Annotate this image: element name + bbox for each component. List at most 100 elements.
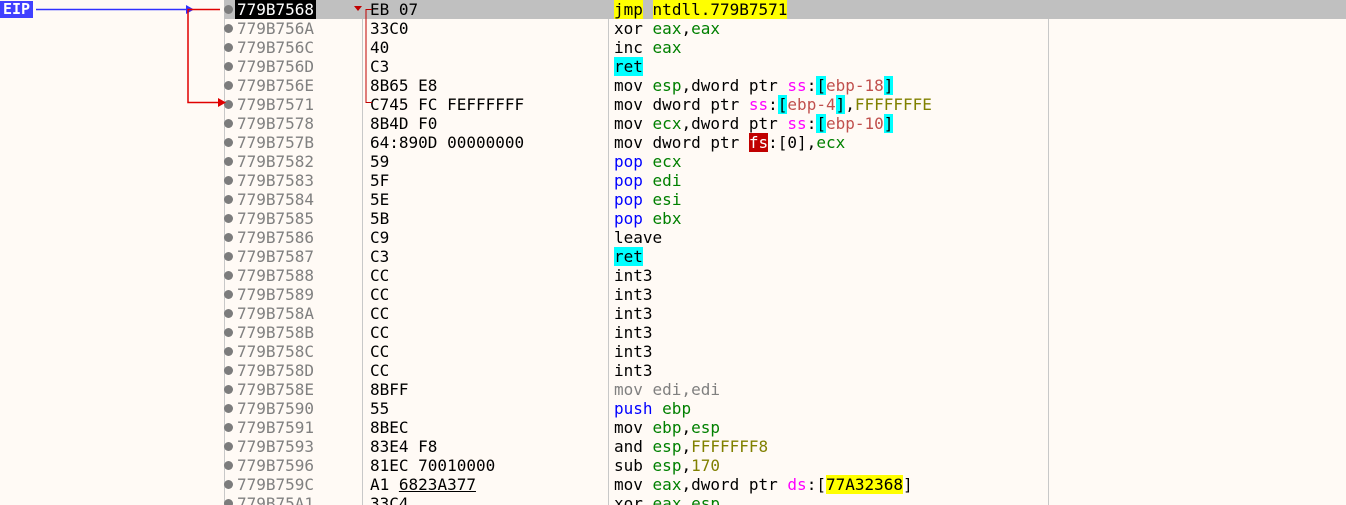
disasm-token: , — [681, 456, 692, 475]
jump-target-arrow — [187, 8, 220, 104]
instruction-disassembly: pop edi — [614, 171, 681, 190]
disasm-token — [643, 190, 653, 209]
instruction-row[interactable]: 779B758C CC int3 — [224, 342, 1346, 361]
instruction-row[interactable]: 779B7571 C745 FC FEFFFFFF mov dword ptr ss… — [224, 95, 1346, 114]
disasm-token: ntdll.779B7571 — [652, 0, 788, 19]
instruction-row[interactable]: 779B7586 C9 leave — [224, 228, 1346, 247]
instruction-row[interactable]: 779B7591 8BEC mov ebp,esp — [224, 418, 1346, 437]
disasm-token: FFFFFFF8 — [691, 437, 769, 456]
disasm-token: pop — [614, 190, 643, 209]
instruction-row[interactable]: 779B758B CC int3 — [224, 323, 1346, 342]
jump-bracket — [365, 9, 372, 103]
disasm-token — [643, 0, 653, 19]
instruction-row[interactable]: 779B7587 C3 ret — [224, 247, 1346, 266]
disasm-token: ] — [883, 76, 894, 95]
instruction-disassembly: mov ecx,dword ptr ss:[ebp-10] — [614, 114, 894, 133]
disasm-token: ebp-18 — [825, 76, 884, 95]
disasm-token: eax — [652, 19, 682, 38]
disasm-token: ecx — [816, 133, 846, 152]
disasm-token: ebp — [652, 418, 682, 437]
instruction-row[interactable]: 779B7593 83E4 F8 and esp,FFFFFFF8 — [224, 437, 1346, 456]
instruction-row[interactable]: 779B756D C3 ret — [224, 57, 1346, 76]
disasm-token: xor — [614, 19, 643, 38]
instruction-disassembly: int3 — [614, 285, 653, 304]
disasm-token: ,dword ptr — [681, 114, 788, 133]
disasm-token: leave — [614, 228, 663, 247]
instruction-row[interactable]: 779B7578 8B4D F0 mov ecx,dword ptr ss:[ebp… — [224, 114, 1346, 133]
disasm-token: mov — [614, 76, 643, 95]
instruction-row[interactable]: 779B7590 55 push ebp — [224, 399, 1346, 418]
instruction-row[interactable]: 779B756A 33C0 xor eax,eax — [224, 19, 1346, 38]
disasm-token — [643, 76, 653, 95]
instruction-disassembly: pop ebx — [614, 209, 681, 228]
instruction-bytes: 81EC 70010000 — [370, 456, 496, 475]
disasm-token: int3 — [614, 304, 653, 323]
disasm-token — [643, 171, 653, 190]
disasm-token: 170 — [691, 456, 720, 475]
disasm-token: ss — [787, 114, 807, 133]
instruction-bytes: 83E4 F8 — [370, 437, 438, 456]
disasm-token: , — [681, 437, 692, 456]
disasm-token: dword ptr — [642, 133, 749, 152]
disasm-token: ] — [835, 95, 846, 114]
disasm-token: esi — [652, 190, 682, 209]
disasm-token — [643, 152, 653, 171]
instruction-disassembly: int3 — [614, 361, 653, 380]
disasm-token: inc — [614, 38, 643, 57]
disasm-token: :[ — [806, 475, 826, 494]
disassembly-view[interactable]: 779B7568 EB 07 jmp ntdll.779B7571 779B756A 3… — [0, 0, 1346, 505]
disasm-token: :[0], — [768, 133, 817, 152]
disasm-token: [ — [777, 95, 788, 114]
instruction-row[interactable]: 779B7585 5B pop ebx — [224, 209, 1346, 228]
instruction-disassembly: int3 — [614, 323, 653, 342]
instruction-row[interactable]: 779B757B 64:890D 00000000 mov dword ptr fs… — [224, 133, 1346, 152]
disasm-token: ebp-4 — [787, 95, 836, 114]
instruction-row[interactable]: 779B758A CC int3 — [224, 304, 1346, 323]
disasm-token: esp — [652, 76, 682, 95]
disasm-token: ecx — [652, 152, 682, 171]
instruction-disassembly: pop esi — [614, 190, 681, 209]
instruction-row[interactable]: 779B7568 EB 07 jmp ntdll.779B7571 — [224, 0, 1346, 19]
instruction-disassembly: pop ecx — [614, 152, 681, 171]
instruction-row[interactable]: 779B758E 8BFF mov edi,edi — [224, 380, 1346, 399]
disasm-token: jmp — [614, 0, 643, 19]
instruction-disassembly: xor eax,eax — [614, 19, 720, 38]
instruction-row[interactable]: 779B7596 81EC 70010000 sub esp,170 — [224, 456, 1346, 475]
instruction-row[interactable]: 779B7588 CC int3 — [224, 266, 1346, 285]
jump-down-chevron — [354, 6, 362, 11]
disasm-token — [643, 38, 653, 57]
disasm-token: int3 — [614, 323, 653, 342]
disasm-token: eax — [652, 475, 682, 494]
disasm-token: ebx — [652, 209, 682, 228]
instruction-row[interactable]: 779B7589 CC int3 — [224, 285, 1346, 304]
disasm-token: ] — [883, 114, 894, 133]
disasm-token: int3 — [614, 285, 653, 304]
disasm-token: sub — [614, 456, 643, 475]
disasm-token: ret — [614, 247, 643, 266]
instruction-disassembly: ret — [614, 57, 643, 76]
instruction-row[interactable]: 779B756E 8B65 E8 mov esp,dword ptr ss:[ebp… — [224, 76, 1346, 95]
instruction-row[interactable]: 779B7582 59 pop ecx — [224, 152, 1346, 171]
instruction-row[interactable]: 779B759C A1 6823A377 mov eax,dword ptr ds:… — [224, 475, 1346, 494]
disasm-token: fs — [748, 133, 769, 152]
disasm-token: , — [681, 494, 692, 505]
disasm-token: edi — [652, 171, 682, 190]
disasm-token: [ — [816, 76, 826, 95]
disasm-token: [ — [816, 114, 826, 133]
instruction-row[interactable]: 779B7583 5F pop edi — [224, 171, 1346, 190]
disasm-token: ss — [748, 95, 769, 114]
instruction-row[interactable]: 779B756C 40 inc eax — [224, 38, 1346, 57]
disasm-token: , — [681, 418, 692, 437]
instruction-disassembly: sub esp,170 — [614, 456, 720, 475]
instruction-disassembly: mov edi,edi — [614, 380, 720, 399]
instruction-disassembly: mov dword ptr fs:[0],ecx — [614, 133, 845, 152]
disasm-token: pop — [614, 171, 643, 190]
instruction-disassembly: push ebp — [614, 399, 691, 418]
disasm-token: mov — [614, 475, 643, 494]
instruction-row[interactable]: 779B758D CC int3 — [224, 361, 1346, 380]
instruction-row[interactable]: 779B75A1 33C4 xor eax,esp — [224, 494, 1346, 505]
disasm-token: esp — [691, 494, 720, 505]
disasm-token: : — [806, 114, 817, 133]
instruction-row[interactable]: 779B7584 5E pop esi — [224, 190, 1346, 209]
disasm-token — [643, 456, 653, 475]
